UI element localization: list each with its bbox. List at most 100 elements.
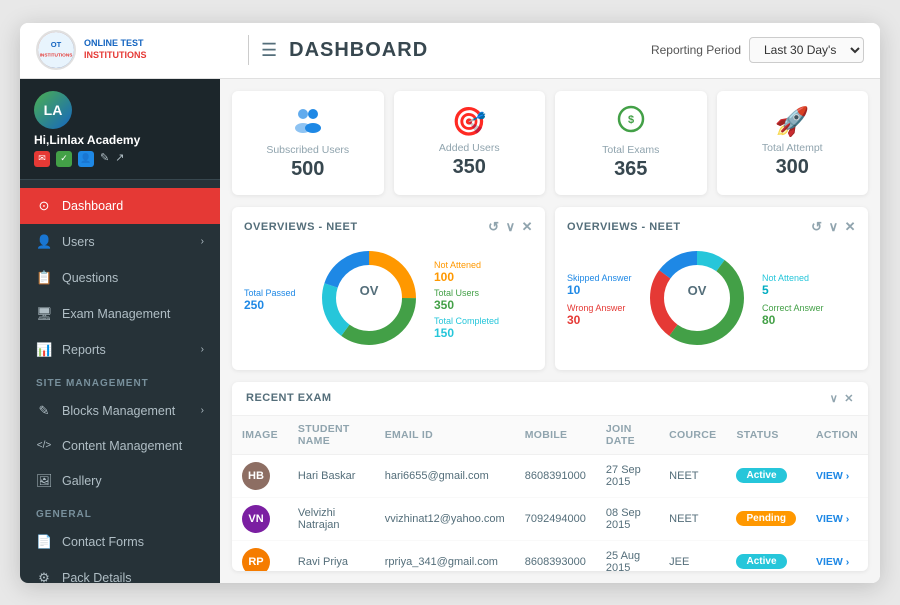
legend-right: Not Attened 100 Total Users 350 Total Co… [434, 260, 499, 340]
sidebar-item-dashboard[interactable]: ⊙ Dashboard [20, 188, 220, 224]
sidebar-item-label: Dashboard [62, 199, 123, 213]
app-container: OT INSTITUTIONS ONLINE TEST INSTITUTIONS… [20, 23, 880, 583]
refresh-icon[interactable]: ↺ [488, 219, 499, 235]
reporting-dropdown[interactable]: Last 30 Day's [749, 37, 864, 63]
legend-not-attened: Not Attened 100 [434, 260, 499, 284]
edit-icon[interactable]: ✎ [100, 151, 109, 167]
subscribed-users-value: 500 [244, 158, 372, 181]
col-email: EMAIL ID [375, 416, 515, 455]
sidebar-item-pack-details[interactable]: ⚙ Pack Details [20, 560, 220, 583]
logo-area: OT INSTITUTIONS ONLINE TEST INSTITUTIONS [36, 30, 236, 70]
share-icon[interactable]: ↗ [115, 151, 124, 167]
sidebar-item-label: Pack Details [62, 571, 131, 583]
notification-badge: ✉ [34, 151, 50, 167]
legend-wrong-answer: Wrong Answer 30 [567, 303, 632, 327]
sidebar-item-label: Users [62, 235, 95, 249]
col-status: STATUS [726, 416, 805, 455]
join-date: 08 Sep 2015 [596, 497, 659, 540]
student-avatar: HB [242, 462, 270, 490]
sidebar-item-label: Reports [62, 343, 106, 357]
student-avatar: RP [242, 548, 270, 571]
reporting-area: Reporting Period Last 30 Day's [651, 37, 864, 63]
subscribed-users-label: Subscribed Users [244, 144, 372, 156]
menu-icon[interactable]: ☰ [261, 40, 277, 61]
stat-card-subscribed-users: Subscribed Users 500 [232, 91, 384, 195]
chevron-down-icon[interactable]: ∨ [506, 219, 516, 235]
chevron-down-icon[interactable]: ∨ [830, 392, 839, 405]
legend-correct-answer: Correct Answer 80 [762, 303, 827, 327]
total-exams-value: 365 [567, 158, 695, 181]
status-badge: ✓ [56, 151, 72, 167]
chevron-right-icon: › [201, 344, 204, 355]
view-link[interactable]: VIEW › [816, 470, 849, 482]
sidebar-item-gallery[interactable]: 🖼 Gallery [20, 463, 220, 499]
col-student-name: STUDENT NAME [288, 416, 375, 455]
header: OT INSTITUTIONS ONLINE TEST INSTITUTIONS… [20, 23, 880, 79]
panel-header-actions-right: ↺ ∨ ✕ [811, 219, 856, 235]
close-icon[interactable]: ✕ [844, 392, 854, 405]
stat-card-total-attempt: 🚀 Total Attempt 300 [717, 91, 869, 195]
legend-total-passed: Total Passed 250 [244, 288, 304, 312]
view-link[interactable]: VIEW › [816, 556, 849, 568]
close-icon[interactable]: ✕ [522, 219, 533, 235]
chevron-right-icon: › [201, 236, 204, 247]
sidebar-item-label: Exam Management [62, 307, 170, 321]
course: NEET [659, 497, 726, 540]
recent-exam-title: RECENT EXAM [246, 392, 332, 404]
pack-icon: ⚙ [36, 570, 52, 583]
student-name: Velvizhi Natrajan [288, 497, 375, 540]
added-users-value: 350 [406, 156, 534, 179]
overview-panel-right: OVERVIEWS - NEET ↺ ∨ ✕ Skipped Answer 10 [555, 207, 868, 370]
sidebar: LA Hi,Linlax Academy ✉ ✓ 👤 ✎ ↗ ⊙ Dashboa… [20, 79, 220, 583]
avatar: LA [34, 91, 72, 129]
blocks-icon: ✎ [36, 403, 52, 419]
added-users-icon: 🎯 [406, 105, 534, 138]
chevron-right-icon: › [201, 405, 204, 416]
student-mobile: 7092494000 [515, 497, 596, 540]
close-icon[interactable]: ✕ [845, 219, 856, 235]
content-icon: </> [36, 440, 52, 451]
added-users-label: Added Users [406, 142, 534, 154]
legend-total-completed: Total Completed 150 [434, 316, 499, 340]
site-management-label: SITE MANAGEMENT [20, 368, 220, 393]
sidebar-item-reports[interactable]: 📊 Reports › [20, 332, 220, 368]
student-mobile: 8608393000 [515, 540, 596, 571]
table-row: RP Ravi Priya rpriya_341@gmail.com 86083… [232, 540, 868, 571]
status-badge: Pending [736, 511, 795, 526]
sidebar-item-content[interactable]: </> Content Management [20, 429, 220, 463]
view-link[interactable]: VIEW › [816, 513, 849, 525]
chevron-down-icon[interactable]: ∨ [829, 219, 839, 235]
sidebar-item-contact-forms[interactable]: 📄 Contact Forms [20, 524, 220, 560]
sidebar-item-exam-management[interactable]: 🖥 Exam Management [20, 296, 220, 332]
sidebar-item-label: Gallery [62, 474, 102, 488]
recent-exam-table: IMAGE STUDENT NAME EMAIL ID MOBILE JOIN … [232, 416, 868, 571]
dashboard-icon: ⊙ [36, 198, 52, 214]
page-title: DASHBOARD [289, 39, 651, 62]
reports-icon: 📊 [36, 342, 52, 358]
total-exams-label: Total Exams [567, 144, 695, 156]
sidebar-item-users[interactable]: 👤 Users › [20, 224, 220, 260]
donut-chart-right: OV [642, 243, 752, 358]
student-email: rpriya_341@gmail.com [375, 540, 515, 571]
join-date: 27 Sep 2015 [596, 454, 659, 497]
col-course: COURCE [659, 416, 726, 455]
student-name: Hari Baskar [288, 454, 375, 497]
course: NEET [659, 454, 726, 497]
stats-row: Subscribed Users 500 🎯 Added Users 350 $ [232, 91, 868, 195]
refresh-icon[interactable]: ↺ [811, 219, 822, 235]
profile-name: Hi,Linlax Academy [34, 133, 140, 147]
student-email: hari6655@gmail.com [375, 454, 515, 497]
overview-right-title: OVERVIEWS - NEET [567, 221, 681, 233]
stat-card-total-exams: $ Total Exams 365 [555, 91, 707, 195]
user-badge: 👤 [78, 151, 94, 167]
stat-card-added-users: 🎯 Added Users 350 [394, 91, 546, 195]
users-icon: 👤 [36, 234, 52, 250]
student-name: Ravi Priya [288, 540, 375, 571]
legend-skipped-answer: Skipped Answer 10 [567, 273, 632, 297]
col-image: IMAGE [232, 416, 288, 455]
status-badge: Active [736, 468, 786, 483]
sidebar-item-questions[interactable]: 📋 Questions [20, 260, 220, 296]
sidebar-item-label: Questions [62, 271, 118, 285]
sidebar-item-blocks[interactable]: ✎ Blocks Management › [20, 393, 220, 429]
donut-chart-left: OV [314, 243, 424, 358]
